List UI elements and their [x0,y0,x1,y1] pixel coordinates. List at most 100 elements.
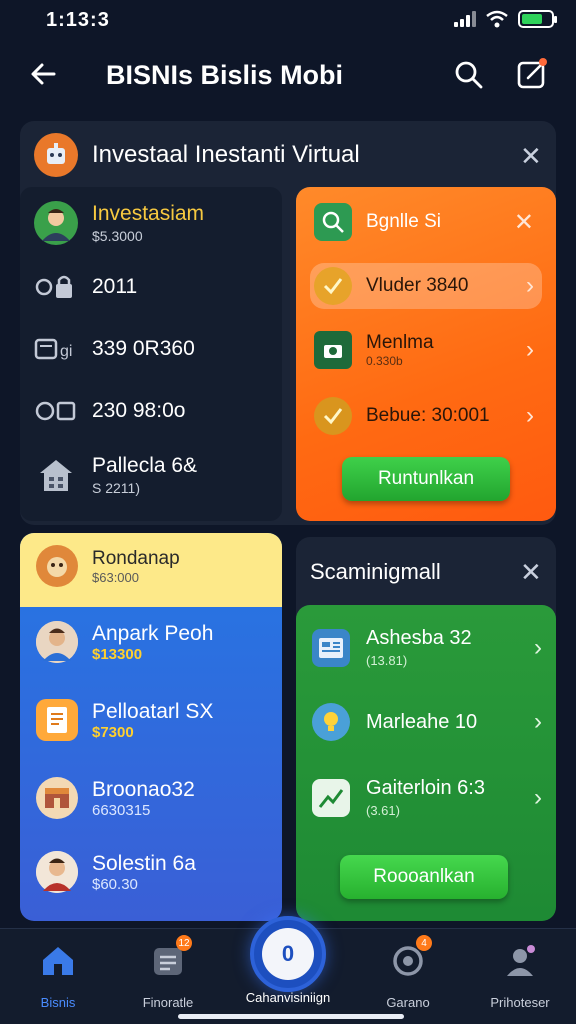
search-icon[interactable] [452,58,486,92]
item-value: 0.330b [366,354,403,368]
item-title: 339 0R360 [92,337,195,360]
chevron-right-icon: › [526,402,534,429]
orange-actions-card: Bgnlle Si ✕ Vluder 3840 › Menlma 0.330b … [296,187,556,521]
wallet-icon: gi [34,327,78,371]
item-title: Bebue: 30:001 [366,405,490,426]
store-icon [36,777,78,819]
nav-item-profile[interactable]: Prihoteser [470,941,570,1010]
list-item[interactable]: Investasiam $5.3000 [34,201,204,245]
refresh-icon: 4 [388,935,432,981]
notification-badge: 4 [416,935,432,951]
summary-list: Ashesba 32 (13.81) › Marleahe 10 › Gaite… [296,605,556,921]
item-title: Gaiterloin 6:3 [366,777,485,799]
link-lock-icon [34,265,78,309]
robot-icon [34,133,78,177]
item-title: Broonao32 [92,777,195,801]
list-item[interactable]: Menlma 0.330b › [310,327,542,373]
notification-badge: 12 [176,935,192,951]
battery-icon [518,10,557,28]
camera-icon [314,331,352,369]
mascot-icon [36,545,78,587]
app-bar: BISNIs Bislis Mobi [0,40,576,112]
document-icon [36,699,78,741]
list-item[interactable]: Gaiterloin 6:3 (3.61) › [312,777,542,818]
item-value: S 2211) [92,480,140,496]
status-time: 1:13:3 [46,9,110,31]
nav-label: Prihoteser [490,995,550,1010]
avatar [36,851,78,893]
item-title: Pallecla 6& [92,454,198,477]
item-title: Investasiam [92,202,205,225]
close-icon[interactable]: ✕ [520,141,542,172]
item-title: Menlma [366,332,434,353]
building-icon [34,453,78,497]
item-title: Marleahe 10 [366,710,478,733]
list-item[interactable]: 2011 [34,265,137,309]
promo-header-title: Rondanap [92,547,180,569]
close-icon[interactable]: ✕ [520,557,542,588]
list-item[interactable]: Solestin 6a $60.30 [36,851,196,893]
orange-header[interactable]: Bgnlle Si ✕ [310,199,542,245]
list-item[interactable]: Ashesba 32 (13.81) › [312,627,542,668]
center-action-label: Cahanvisiniign [245,990,331,1005]
chevron-right-icon: › [534,633,542,661]
list-item[interactable]: Bebue: 30:001 › [310,393,542,439]
signal-icon [454,11,476,27]
coin-icon [34,389,78,433]
item-title: Anpark Peoh [92,621,214,645]
list-item[interactable]: Pallecla 6& S 2211) [34,453,197,497]
clipboard-icon: 12 [148,935,192,981]
item-value: 6630315 [92,801,151,819]
orange-title: Bgnlle Si [366,211,441,232]
avatar [36,621,78,663]
item-title: 230 98:0o [92,399,186,422]
svg-text:gi: gi [60,343,72,360]
close-icon[interactable]: ✕ [514,208,534,237]
chevron-right-icon: › [534,708,542,735]
chevron-right-icon: › [534,783,542,811]
list-item[interactable]: Vluder 3840 › [310,263,542,309]
item-title: Ashesba 32 [366,627,472,649]
summary-title: Scaminigmall [310,559,441,584]
item-value: $60.30 [92,875,138,893]
edit-icon[interactable] [514,56,550,92]
list-item[interactable]: gi 339 0R360 [34,327,195,371]
item-value: (3.61) [366,803,400,818]
nav-item-garano[interactable]: 4 Garano [358,935,458,1010]
status-icons [454,10,557,28]
item-title: Pelloatarl SX [92,699,214,723]
coin-check-icon [314,397,352,435]
item-value: $7300 [92,723,134,741]
list-item[interactable]: Anpark Peoh $13300 [36,621,213,663]
center-action-button[interactable]: 0 [250,916,326,992]
nav-label: Finoratle [142,995,194,1010]
item-value: (13.81) [366,653,408,668]
chevron-right-icon: › [526,336,534,363]
submit-button[interactable]: Roooanlkan [340,855,508,899]
status-bar: 1:13:3 [0,0,576,40]
back-arrow-icon[interactable] [26,56,62,92]
promo-header[interactable]: Rondanap $63:000 [20,533,282,607]
summary-panel: Scaminigmall ✕ Ashesba 32 (13.81) › Marl… [296,537,556,921]
item-title: Solestin 6a [92,851,196,875]
page-title: BISNIs Bislis Mobi [106,60,344,90]
list-item[interactable]: Pelloatarl SX $7300 [36,699,213,741]
promo-card: Rondanap $63:000 Anpark Peoh $13300 Pell… [20,533,282,921]
list-item[interactable]: 230 98:0o [34,389,185,433]
wifi-icon [486,10,508,28]
dial-icon: 0 [262,928,314,980]
list-item[interactable]: Broonao32 6630315 [36,777,195,819]
dashboard-icon [312,628,350,667]
home-icon [38,941,78,981]
list-item[interactable]: Marleahe 10 › [312,703,542,741]
nav-item-bisnis[interactable]: Bisnis [8,941,108,1010]
item-title: Vluder 3840 [366,275,469,296]
nav-item-finoratle[interactable]: 12 Finoratle [118,935,218,1010]
nav-label: Garano [386,995,430,1010]
nav-label: Bisnis [40,995,76,1010]
avatar [34,201,78,245]
profile-icon [500,941,540,981]
chevron-right-icon: › [526,272,534,299]
continue-button[interactable]: Runtunlkan [342,457,510,501]
medal-icon [314,267,352,305]
